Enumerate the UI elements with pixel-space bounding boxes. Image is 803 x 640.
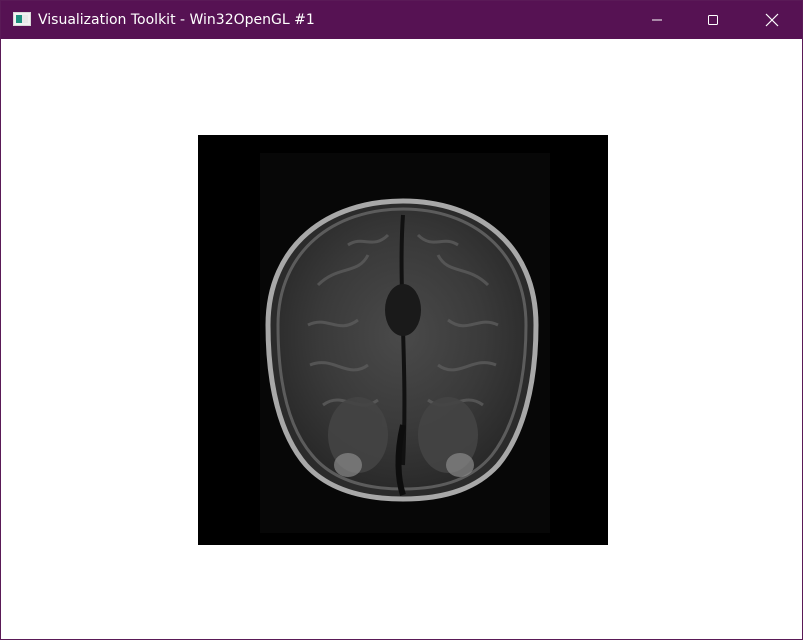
minimize-button[interactable] xyxy=(634,1,680,39)
title-bar[interactable]: Visualization Toolkit - Win32OpenGL #1 xyxy=(1,1,802,39)
window-title: Visualization Toolkit - Win32OpenGL #1 xyxy=(38,12,315,28)
close-icon xyxy=(765,13,779,27)
mri-brain-slice-image xyxy=(260,153,550,533)
vtk-window: Visualization Toolkit - Win32OpenGL #1 xyxy=(0,0,803,640)
maximize-button[interactable] xyxy=(690,1,736,39)
mri-image-panel[interactable] xyxy=(198,135,608,545)
render-viewport[interactable] xyxy=(1,39,802,639)
close-button[interactable] xyxy=(749,1,795,39)
minimize-icon xyxy=(652,19,662,21)
maximize-icon xyxy=(708,15,718,25)
vtk-window-icon xyxy=(13,12,31,26)
